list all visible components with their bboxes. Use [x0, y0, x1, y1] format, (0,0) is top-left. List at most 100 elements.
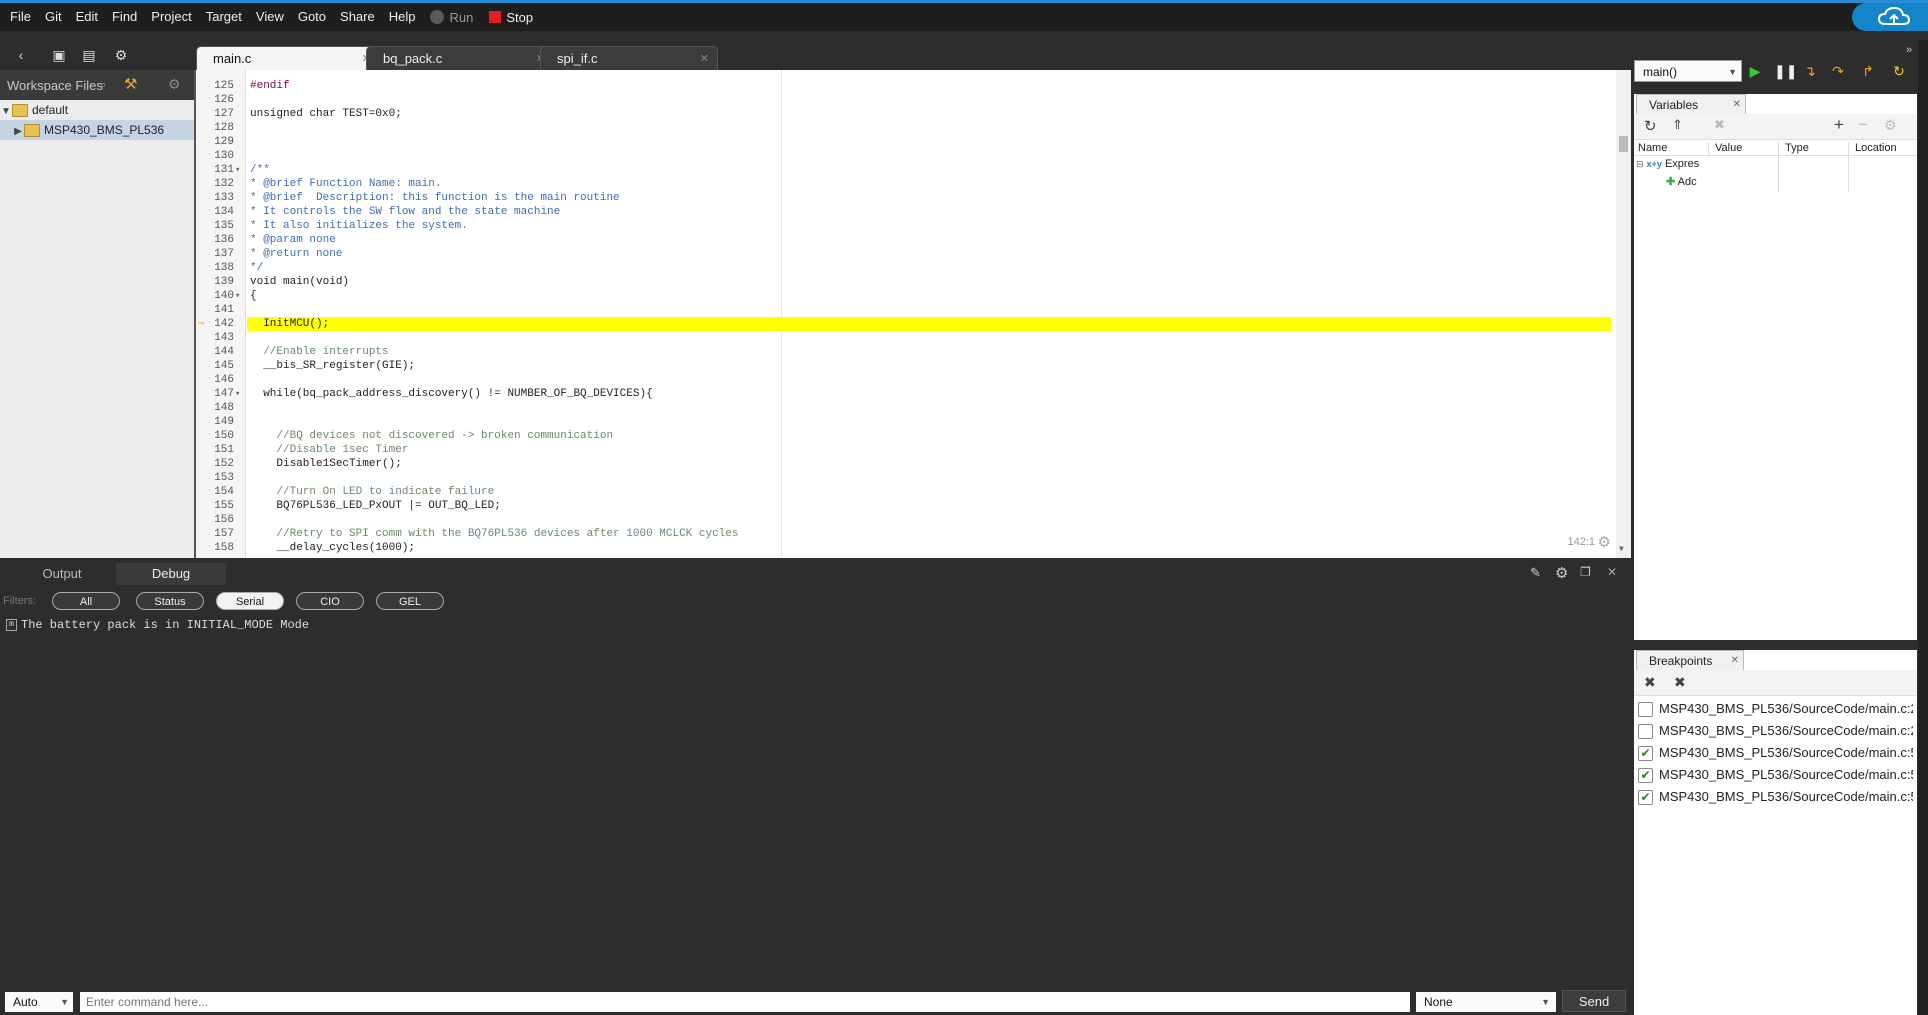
scroll-down-icon[interactable]: ▼ — [1619, 545, 1624, 554]
remove-breakpoint-icon[interactable]: ✖ — [1644, 674, 1656, 691]
scroll-thumb[interactable] — [1619, 136, 1628, 152]
menu-git[interactable]: Git — [38, 3, 69, 31]
expand-arrow-icon[interactable]: ▼ — [0, 102, 12, 122]
menu-file[interactable]: File — [0, 3, 38, 31]
tab-debug[interactable]: Debug — [116, 563, 226, 585]
code-line[interactable]: * @brief Function Name: main. — [250, 177, 441, 191]
tree-item-default[interactable]: ▼ default — [0, 100, 194, 120]
code-line[interactable]: #endif — [250, 79, 290, 93]
function-select[interactable]: main() ▼ — [1634, 60, 1742, 82]
target-select[interactable]: None ▼ — [1416, 992, 1556, 1012]
tree-item-project[interactable]: ▶ MSP430_BMS_PL536 — [0, 120, 194, 140]
tab-output[interactable]: Output — [22, 563, 102, 585]
collapse-toggle-icon[interactable]: ⊟ — [1636, 159, 1644, 169]
resume-icon[interactable]: ▶ — [1746, 62, 1764, 80]
breakpoint-item[interactable]: MSP430_BMS_PL536/SourceCode/main.c:283 — [1638, 720, 1913, 742]
code-line[interactable]: //Disable 1sec Timer — [250, 443, 408, 457]
collapse-arrow-icon[interactable]: ▶ — [12, 122, 24, 142]
remove-icon[interactable]: − — [1858, 115, 1868, 135]
close-icon[interactable]: ✕ — [1731, 651, 1739, 671]
filter-status-button[interactable]: Status — [136, 592, 204, 610]
code-line[interactable]: BQ76PL536_LED_PxOUT |= OUT_BQ_LED; — [250, 499, 500, 513]
pause-icon[interactable]: ❚❚ — [1774, 62, 1797, 80]
breakpoint-checkbox-checked[interactable]: ✔ — [1638, 768, 1653, 784]
mode-select[interactable]: Auto ▼ — [5, 992, 73, 1012]
settings-gear-icon[interactable]: ⚙ — [1884, 117, 1897, 134]
menu-target[interactable]: Target — [199, 3, 249, 31]
menu-help[interactable]: Help — [382, 3, 423, 31]
code-line[interactable]: unsigned char TEST=0x0; — [250, 107, 402, 121]
code-line[interactable]: //BQ devices not discovered -> broken co… — [250, 429, 613, 443]
breakpoint-checkbox-checked[interactable]: ✔ — [1638, 746, 1653, 762]
run-button[interactable]: Run — [422, 10, 481, 25]
refresh-icon[interactable]: ↻ — [1644, 117, 1657, 135]
code-line[interactable]: /** — [250, 163, 270, 177]
close-icon[interactable]: ✕ — [1733, 95, 1741, 115]
code-line[interactable]: void main(void) — [250, 275, 349, 289]
breakpoint-checkbox[interactable] — [1638, 702, 1653, 718]
editor-scrollbar[interactable]: ▼ — [1616, 70, 1631, 558]
breakpoint-checkbox[interactable] — [1638, 724, 1653, 740]
code-line[interactable]: //Retry to SPI comm with the BQ76PL536 d… — [250, 527, 738, 541]
step-return-icon[interactable]: ↱ — [1859, 62, 1877, 80]
tab-bq-pack-c[interactable]: bq_pack.c ✕ — [366, 46, 554, 71]
breakpoint-item[interactable]: MSP430_BMS_PL536/SourceCode/main.c:280 — [1638, 698, 1913, 720]
menu-share[interactable]: Share — [333, 3, 382, 31]
editor-settings-gear-icon[interactable]: ⚙ — [1598, 533, 1611, 551]
code-line[interactable]: */ — [250, 261, 263, 275]
tab-main-c[interactable]: main.c ✕ — [196, 46, 380, 71]
menu-edit[interactable]: Edit — [69, 3, 105, 31]
code-line[interactable]: __bis_SR_register(GIE); — [250, 359, 415, 373]
breakpoint-item[interactable]: ✔ MSP430_BMS_PL536/SourceCode/main.c:588 — [1638, 786, 1913, 808]
code-line[interactable]: * @return none — [250, 247, 342, 261]
menu-find[interactable]: Find — [105, 3, 144, 31]
filter-serial-button[interactable]: Serial — [216, 592, 284, 610]
code-line[interactable]: * @param none — [250, 233, 336, 247]
breakpoint-item[interactable]: ✔ MSP430_BMS_PL536/SourceCode/main.c:575 — [1638, 764, 1913, 786]
code-line[interactable]: while(bq_pack_address_discovery() != NUM… — [250, 387, 652, 401]
copy-files-icon[interactable]: ▣ — [50, 46, 68, 64]
code-line[interactable]: //Enable interrupts — [250, 345, 388, 359]
restart-icon[interactable]: ↻ — [1890, 62, 1908, 80]
tab-variables[interactable]: Variables ✕ — [1636, 94, 1746, 115]
expand-panel-icon[interactable]: » — [1906, 44, 1912, 56]
filter-cio-button[interactable]: CIO — [296, 592, 364, 610]
new-file-icon[interactable]: ▫ — [101, 77, 106, 92]
filter-all-button[interactable]: All — [52, 592, 120, 610]
code-line[interactable]: //Turn On LED to indicate failure — [250, 485, 494, 499]
code-line[interactable]: * It controls the SW flow and the state … — [250, 205, 560, 219]
command-input[interactable] — [80, 992, 1410, 1012]
close-icon[interactable]: ✕ — [1607, 565, 1617, 579]
save-all-icon[interactable]: ▤ — [80, 46, 98, 64]
code-line[interactable]: * @brief Description: this function is t… — [250, 191, 620, 205]
step-over-icon[interactable]: ↷ — [1829, 62, 1847, 80]
hammer-icon[interactable]: ⚒ — [124, 75, 137, 93]
step-into-icon[interactable]: ↴ — [1801, 62, 1819, 80]
tab-breakpoints[interactable]: Breakpoints ✕ — [1636, 650, 1744, 671]
back-arrow-icon[interactable]: ‹ — [12, 46, 30, 64]
code-line[interactable]: InitMCU(); — [250, 317, 329, 331]
filter-gel-button[interactable]: GEL — [376, 592, 444, 610]
collapse-all-icon[interactable]: ⇑ — [1672, 117, 1683, 133]
breakpoint-checkbox-checked[interactable]: ✔ — [1638, 790, 1653, 806]
code-line[interactable]: { — [250, 289, 257, 303]
code-editor[interactable]: 125 126 127 128 129 130 131 ▾ 132 133 134 135 136 137… — [196, 70, 1631, 558]
code-line[interactable]: * It also initializes the system. — [250, 219, 468, 233]
add-icon[interactable]: + — [1834, 115, 1844, 135]
breakpoint-item[interactable]: ✔ MSP430_BMS_PL536/SourceCode/main.c:572 — [1638, 742, 1913, 764]
close-icon[interactable]: ✕ — [700, 47, 709, 71]
tab-spi-if-c[interactable]: spi_if.c ✕ — [540, 46, 718, 71]
variable-row-add[interactable]: ✚ Adc — [1666, 175, 1697, 188]
menu-goto[interactable]: Goto — [291, 3, 333, 31]
gear-icon[interactable]: ⚙ — [112, 46, 130, 64]
remove-all-breakpoints-icon[interactable]: ✖ — [1674, 674, 1686, 691]
cloud-button[interactable] — [1852, 3, 1928, 31]
console-settings-gear-icon[interactable]: ⚙ — [1555, 564, 1568, 582]
code-line[interactable]: __delay_cycles(1000); — [250, 541, 415, 555]
remove-all-icon[interactable]: ✖ — [1714, 117, 1725, 133]
maximize-icon[interactable]: ❐ — [1580, 565, 1591, 579]
menu-view[interactable]: View — [249, 3, 291, 31]
stop-button[interactable]: Stop — [481, 10, 541, 25]
clear-console-icon[interactable]: ✎ — [1530, 565, 1541, 581]
menu-project[interactable]: Project — [144, 3, 198, 31]
